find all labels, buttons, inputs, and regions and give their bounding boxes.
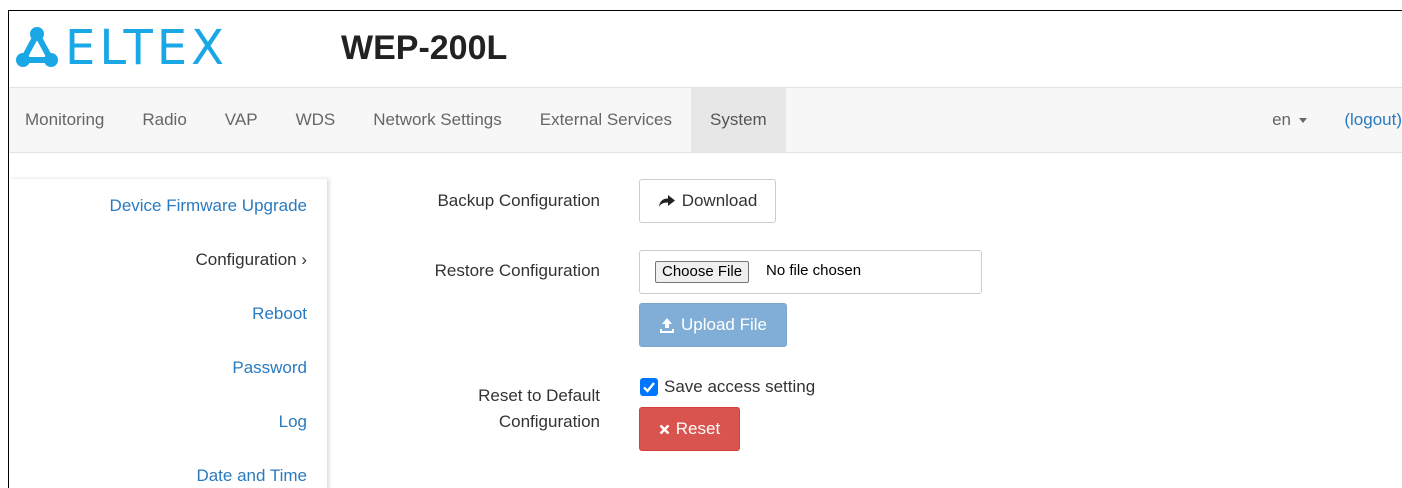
- language-dropdown[interactable]: en: [1272, 88, 1307, 152]
- sidebar-item-firmware-upgrade[interactable]: Device Firmware Upgrade: [9, 179, 327, 233]
- nav-item-vap[interactable]: VAP: [206, 88, 277, 152]
- logout-link[interactable]: (logout): [1344, 88, 1402, 152]
- download-button-label: Download: [681, 191, 758, 210]
- sidebar-item-reboot[interactable]: Reboot: [9, 287, 327, 341]
- nav-item-external-services[interactable]: External Services: [521, 88, 691, 152]
- sidebar-item-date-time[interactable]: Date and Time: [9, 449, 327, 488]
- device-model-title: WEP-200L: [341, 29, 508, 67]
- nav-item-wds[interactable]: WDS: [277, 88, 355, 152]
- nav-item-network-settings[interactable]: Network Settings: [354, 88, 521, 152]
- reset-label-line2: Configuration: [498, 412, 600, 431]
- upload-file-button-label: Upload File: [681, 315, 767, 334]
- checkmark-icon: [643, 382, 655, 393]
- upload-file-button[interactable]: Upload File: [639, 303, 787, 347]
- save-access-label: Save access setting: [664, 377, 816, 396]
- reset-label-line1: Reset to Default: [478, 386, 600, 405]
- save-access-checkbox[interactable]: [640, 378, 658, 396]
- reset-config-label: Reset to Default Configuration: [478, 383, 600, 435]
- nav-menu: Monitoring Radio VAP WDS Network Setting…: [9, 88, 786, 152]
- x-icon: [659, 424, 670, 434]
- reset-button[interactable]: Reset: [639, 407, 740, 451]
- header: ELTEX WEP-200L: [9, 11, 1402, 87]
- share-arrow-icon: [658, 195, 675, 207]
- top-navbar: Monitoring Radio VAP WDS Network Setting…: [9, 87, 1402, 153]
- sidebar-item-password[interactable]: Password: [9, 341, 327, 395]
- language-label: en: [1272, 110, 1291, 129]
- nav-item-radio[interactable]: Radio: [123, 88, 205, 152]
- eltex-logo: ELTEX: [15, 23, 228, 73]
- sidebar-item-configuration[interactable]: Configuration ›: [9, 233, 327, 287]
- app-frame: ELTEX WEP-200L Monitoring Radio VAP WDS …: [8, 10, 1402, 488]
- file-input[interactable]: Choose File No file chosen: [639, 250, 982, 294]
- sidebar: Device Firmware Upgrade Configuration › …: [9, 179, 327, 488]
- nav-item-monitoring[interactable]: Monitoring: [9, 88, 123, 152]
- download-button[interactable]: Download: [639, 179, 776, 223]
- file-status-text: No file chosen: [766, 262, 862, 279]
- upload-icon: [660, 317, 674, 333]
- backup-config-label: Backup Configuration: [437, 191, 600, 210]
- eltex-logo-icon: [16, 27, 58, 67]
- logo-text: ELTEX: [65, 20, 228, 76]
- restore-config-label: Restore Configuration: [434, 261, 600, 280]
- nav-item-system[interactable]: System: [691, 88, 786, 152]
- choose-file-button[interactable]: Choose File: [655, 261, 750, 283]
- reset-button-label: Reset: [675, 419, 721, 438]
- sidebar-item-log[interactable]: Log: [9, 395, 327, 449]
- caret-down-icon: [1299, 118, 1307, 124]
